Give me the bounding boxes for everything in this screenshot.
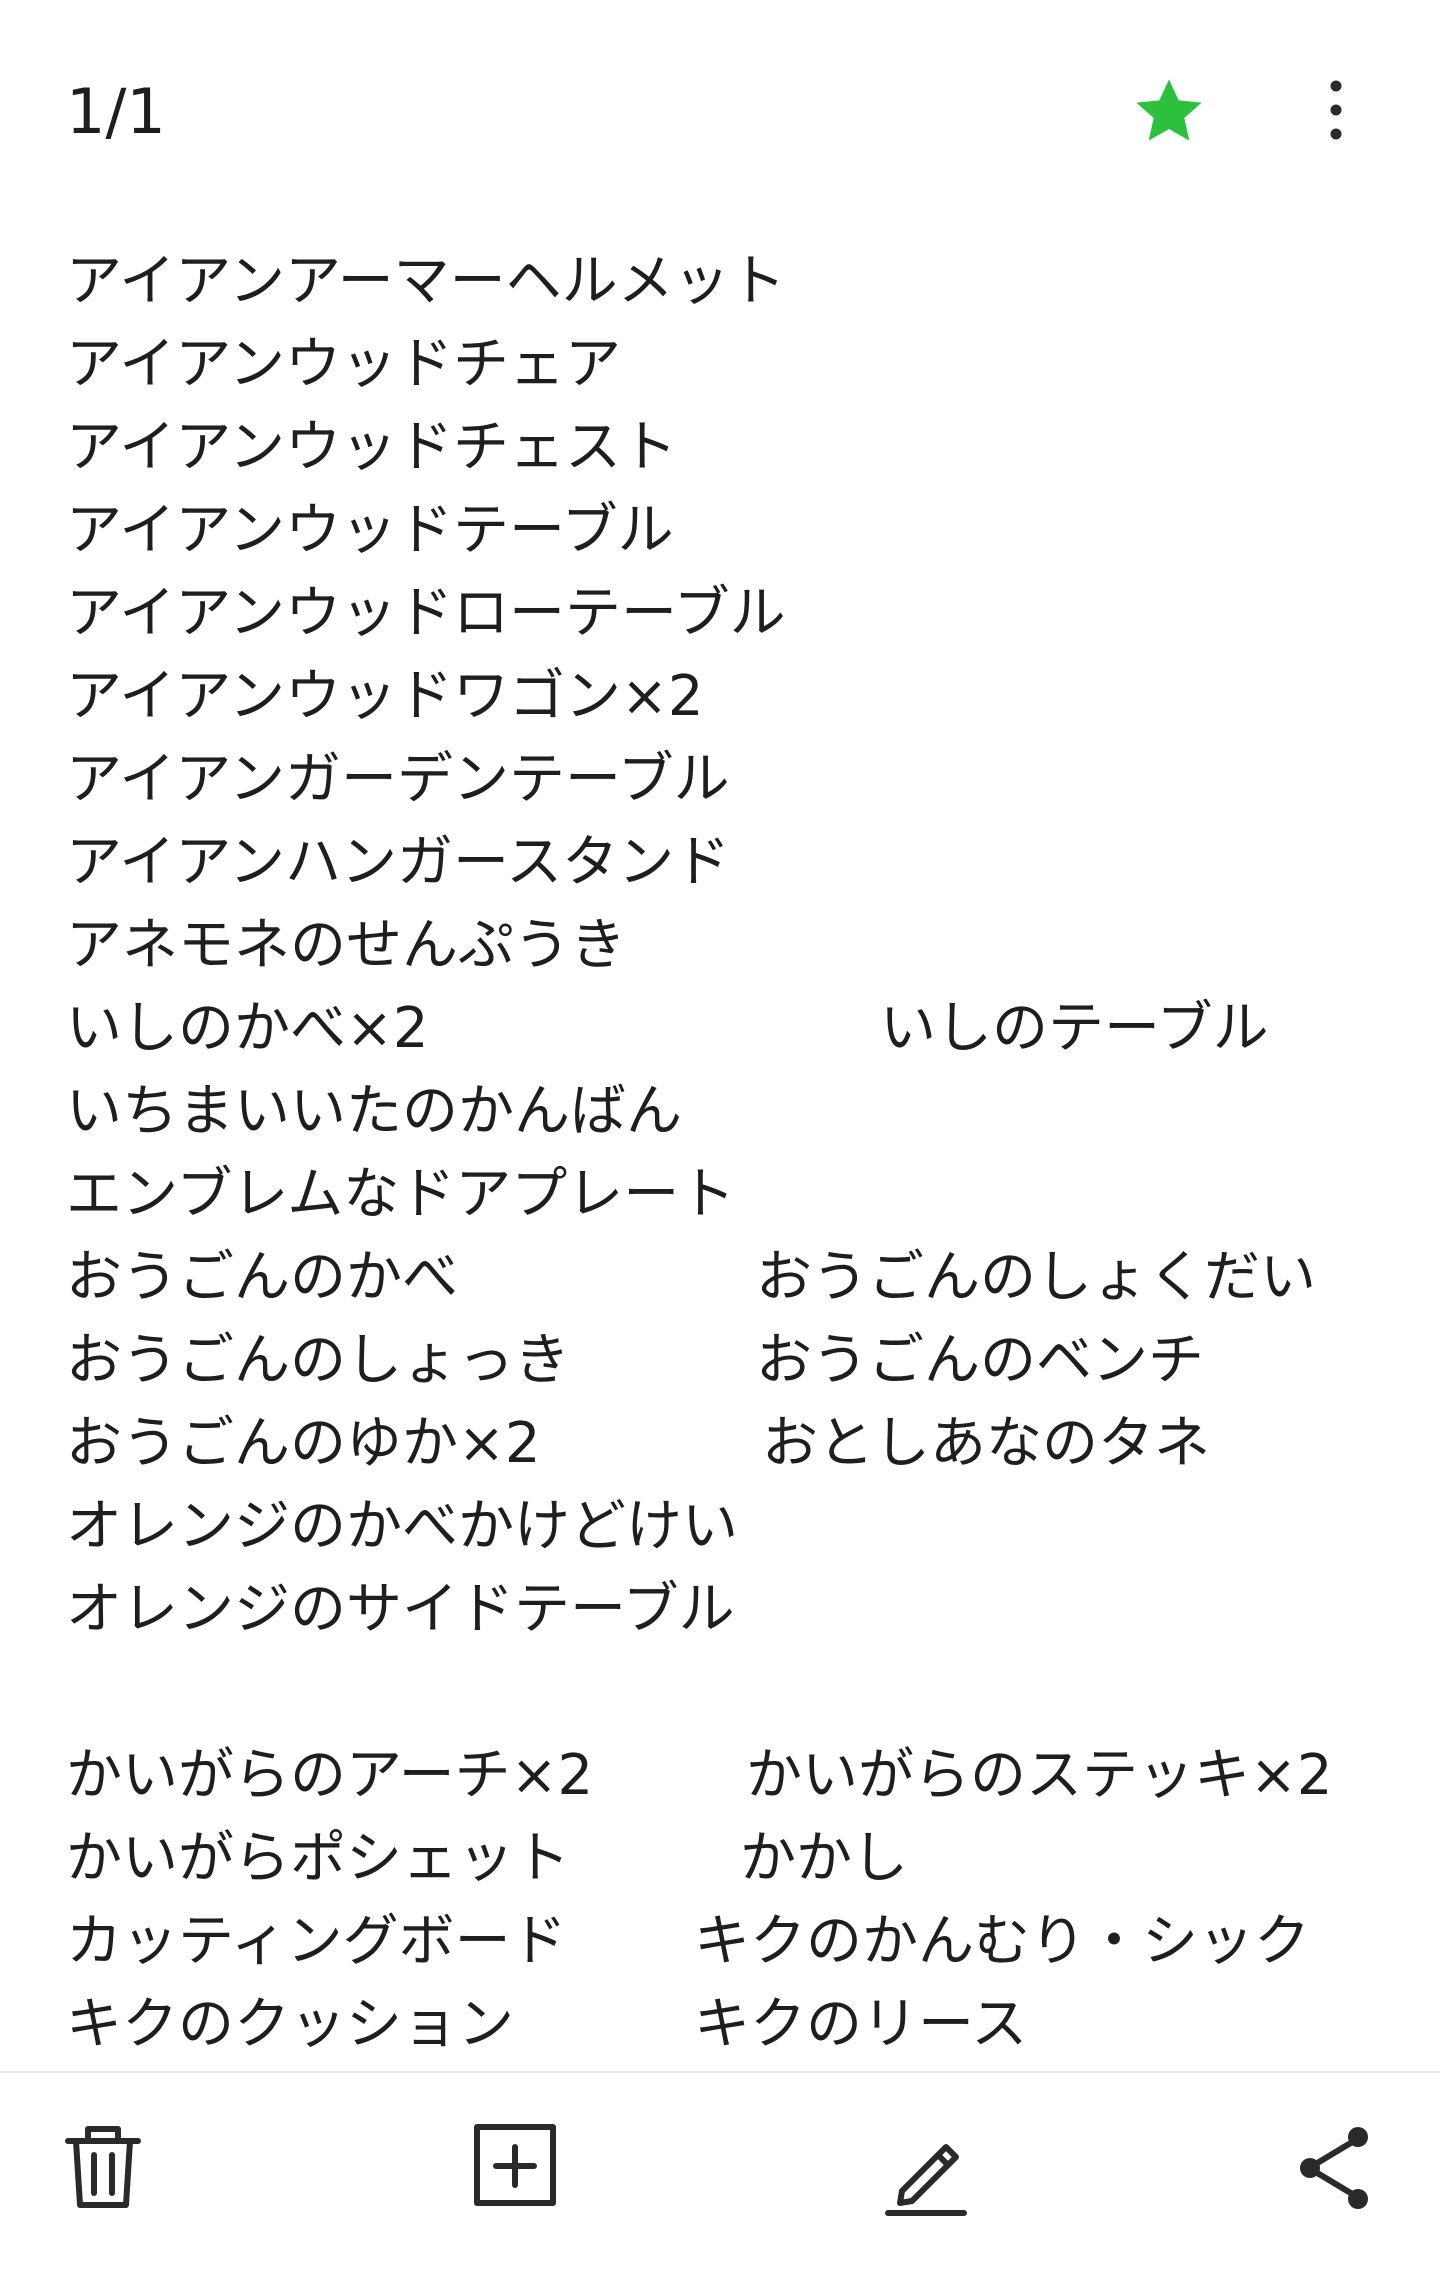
note-line: アイアンウッドチェア bbox=[66, 323, 1386, 406]
note-line-text-secondary: いしのテーブル bbox=[880, 996, 1269, 1061]
note-line-text: アイアンガーデンテーブル bbox=[66, 747, 730, 812]
note-line: アイアンウッドワゴン×2 bbox=[66, 655, 1386, 738]
header-bar: 1/1 bbox=[0, 0, 1440, 200]
note-line: アネモネのせんぷうき bbox=[66, 904, 1386, 987]
note-line: アイアンハンガースタンド bbox=[66, 821, 1386, 904]
more-vertical-icon bbox=[1330, 80, 1342, 140]
share-button[interactable] bbox=[1280, 2113, 1390, 2223]
note-line-text-secondary: キクのリース bbox=[694, 1992, 1028, 2057]
note-line-text: おうごんのかべ bbox=[66, 1245, 458, 1310]
note-line-text: おうごんのしょっき bbox=[66, 1328, 570, 1393]
share-icon bbox=[1300, 2127, 1368, 2209]
favorite-button[interactable] bbox=[1124, 72, 1214, 152]
note-line: エンブレムなドアプレート bbox=[66, 1153, 1386, 1236]
star-icon bbox=[1136, 79, 1202, 141]
note-line-text-secondary: かいがらのステッキ×2 bbox=[746, 1743, 1333, 1808]
note-line-text-secondary: キクのかんむり・シック bbox=[694, 1909, 1310, 1974]
note-line: おうごんのゆか×2 おとしあなのタネ bbox=[66, 1402, 1386, 1485]
note-line: オレンジのかべかけどけい bbox=[66, 1485, 1386, 1568]
note-line: かいがらポシェット かかし bbox=[66, 1817, 1386, 1900]
trash-icon bbox=[65, 2126, 141, 2208]
note-line-text: おうごんのゆか×2 bbox=[66, 1411, 541, 1476]
note-line-text: オレンジのかべかけどけい bbox=[66, 1494, 738, 1559]
edit-pencil-icon bbox=[885, 2144, 967, 2216]
edit-button[interactable] bbox=[872, 2113, 982, 2223]
note-line-text: アイアンウッドワゴン×2 bbox=[66, 664, 704, 729]
note-line-text: かいがらのアーチ×2 bbox=[66, 1743, 594, 1808]
add-button[interactable] bbox=[460, 2113, 570, 2223]
note-line-text: アイアンウッドチェスト bbox=[66, 415, 677, 480]
note-line: おうごんのかべ おうごんのしょくだい bbox=[66, 1236, 1386, 1319]
note-line: アイアンウッドテーブル bbox=[66, 489, 1386, 572]
note-line-text: いしのかべ×2 bbox=[66, 996, 429, 1061]
note-line-text: カッティングボード bbox=[66, 1909, 567, 1974]
note-line-text: キクのクッション bbox=[66, 1992, 514, 2057]
note-line: アイアンアーマーヘルメット bbox=[66, 240, 1386, 323]
note-line-text: オレンジのサイドテーブル bbox=[66, 1577, 735, 1642]
note-line: カッティングボード キクのかんむり・シック bbox=[66, 1900, 1386, 1983]
note-line: アイアンウッドチェスト bbox=[66, 406, 1386, 489]
note-line: アイアンガーデンテーブル bbox=[66, 738, 1386, 821]
note-line-text: アネモネのせんぷうき bbox=[66, 913, 626, 978]
more-options-button[interactable] bbox=[1300, 68, 1372, 152]
bottom-toolbar bbox=[0, 2073, 1440, 2272]
note-line-text: エンブレムなドアプレート bbox=[66, 1162, 736, 1227]
note-line bbox=[66, 1651, 1386, 1734]
note-line: おうごんのしょっき おうごんのベンチ bbox=[66, 1319, 1386, 1402]
note-line-text: いちまいいたのかんばん bbox=[66, 1079, 682, 1144]
add-box-icon bbox=[474, 2124, 556, 2206]
note-line: いちまいいたのかんばん bbox=[66, 1070, 1386, 1153]
note-line-text: かいがらポシェット bbox=[66, 1826, 570, 1891]
note-line-text-secondary: かかし bbox=[740, 1826, 908, 1891]
note-line: キクのクッション キクのリース bbox=[66, 1983, 1386, 2060]
note-line-text: アイアンハンガースタンド bbox=[66, 830, 731, 895]
page-counter: 1/1 bbox=[66, 75, 166, 148]
note-line-text: アイアンウッドチェア bbox=[66, 332, 621, 397]
note-line-text-secondary: おとしあなのタネ bbox=[762, 1411, 1210, 1476]
note-line: いしのかべ×2 いしのテーブル bbox=[66, 987, 1386, 1070]
note-line-text: アイアンウッドテーブル bbox=[66, 498, 674, 563]
note-line-text: アイアンアーマーヘルメット bbox=[66, 249, 786, 314]
note-content[interactable]: アイアンアーマーヘルメット アイアンウッドチェア アイアンウッドチェスト アイアンウッ… bbox=[66, 240, 1386, 2060]
note-line: オレンジのサイドテーブル bbox=[66, 1568, 1386, 1651]
note-line-text-secondary: おうごんのベンチ bbox=[756, 1328, 1204, 1393]
note-line: かいがらのアーチ×2 かいがらのステッキ×2 bbox=[66, 1734, 1386, 1817]
note-line-text-secondary: おうごんのしょくだい bbox=[756, 1245, 1316, 1310]
note-line: アイアンウッドローテーブル bbox=[66, 572, 1386, 655]
note-line-text: アイアンウッドローテーブル bbox=[66, 581, 786, 646]
delete-button[interactable] bbox=[48, 2113, 158, 2223]
